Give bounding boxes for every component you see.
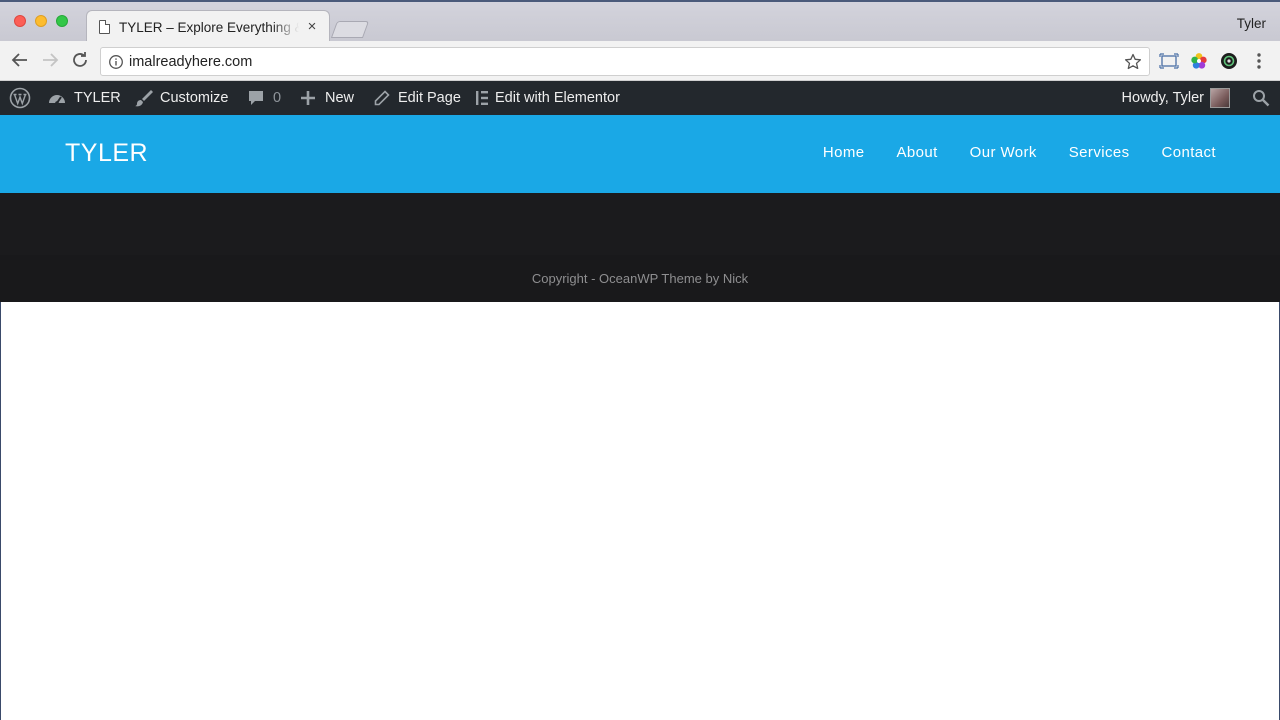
admin-bar-greeting: Howdy, Tyler bbox=[1121, 90, 1204, 106]
zoom-window-button[interactable] bbox=[56, 15, 68, 27]
browser-toolbar: imalreadyhere.com bbox=[0, 41, 1280, 81]
admin-bar-site-name: TYLER bbox=[74, 90, 121, 106]
forward-icon[interactable] bbox=[39, 49, 61, 71]
back-icon[interactable] bbox=[9, 49, 31, 71]
camera-extension-icon[interactable] bbox=[1219, 51, 1239, 71]
admin-bar-site-link[interactable]: TYLER bbox=[47, 81, 121, 115]
admin-bar-edit-elementor-label: Edit with Elementor bbox=[495, 90, 620, 106]
elementor-icon bbox=[476, 91, 488, 105]
color-picker-icon[interactable] bbox=[1189, 51, 1209, 71]
pencil-icon bbox=[374, 89, 390, 105]
site-header: TYLER Home About Our Work Services Conta… bbox=[0, 115, 1280, 193]
screen-capture-icon[interactable] bbox=[1159, 51, 1179, 71]
admin-bar-edit-elementor[interactable]: Edit with Elementor bbox=[475, 81, 620, 115]
browser-tab-active[interactable]: TYLER – Explore Everything & Discover × bbox=[86, 10, 330, 43]
url-text[interactable]: imalreadyhere.com bbox=[129, 54, 252, 70]
tab-strip: TYLER – Explore Everything & Discover × … bbox=[0, 0, 1280, 43]
admin-bar-account[interactable]: Howdy, Tyler bbox=[1122, 81, 1230, 115]
wordpress-logo-icon[interactable] bbox=[9, 81, 31, 115]
nav-link-home[interactable]: Home bbox=[823, 144, 865, 161]
admin-bar-new[interactable]: New bbox=[300, 81, 354, 115]
site-logo[interactable]: TYLER bbox=[65, 139, 148, 168]
footer-bottom: Copyright - OceanWP Theme by Nick bbox=[0, 255, 1280, 302]
browser-window: TYLER – Explore Everything & Discover × … bbox=[0, 0, 1280, 720]
admin-bar-edit-page[interactable]: Edit Page bbox=[373, 81, 461, 115]
address-bar[interactable]: imalreadyhere.com bbox=[100, 47, 1150, 76]
footer-widgets bbox=[0, 193, 1280, 255]
minimize-window-button[interactable] bbox=[35, 15, 47, 27]
main-navigation: Home About Our Work Services Contact bbox=[791, 144, 1216, 161]
admin-bar-new-label: New bbox=[325, 90, 355, 106]
wp-admin-bar: TYLER Customize 0 New Edit Page Edit wit… bbox=[0, 81, 1280, 115]
close-window-button[interactable] bbox=[14, 15, 26, 27]
tab-title: TYLER – Explore Everything & Discover bbox=[119, 20, 299, 35]
nav-link-contact[interactable]: Contact bbox=[1162, 144, 1217, 161]
nav-link-our-work[interactable]: Our Work bbox=[970, 144, 1037, 161]
new-tab-button[interactable] bbox=[330, 21, 370, 38]
reload-icon[interactable] bbox=[69, 49, 91, 71]
profile-name[interactable]: Tyler bbox=[1237, 16, 1266, 31]
admin-bar-comments-count: 0 bbox=[273, 90, 282, 106]
tab-close-icon[interactable]: × bbox=[305, 19, 319, 35]
admin-bar-comments[interactable]: 0 bbox=[247, 81, 281, 115]
admin-bar-search[interactable] bbox=[1252, 81, 1270, 115]
paintbrush-icon bbox=[135, 90, 153, 107]
bookmark-star-icon[interactable] bbox=[1123, 52, 1143, 72]
footer-copyright: Copyright - OceanWP Theme by Nick bbox=[531, 271, 749, 286]
info-icon[interactable] bbox=[108, 54, 124, 70]
nav-link-services[interactable]: Services bbox=[1069, 144, 1130, 161]
avatar bbox=[1210, 88, 1230, 108]
dashboard-icon bbox=[49, 95, 65, 105]
nav-link-about[interactable]: About bbox=[896, 144, 937, 161]
plus-icon bbox=[301, 91, 315, 105]
admin-bar-edit-page-label: Edit Page bbox=[398, 90, 461, 106]
search-icon bbox=[1253, 90, 1270, 107]
page-icon bbox=[99, 20, 110, 34]
admin-bar-customize[interactable]: Customize bbox=[134, 81, 229, 115]
menu-kebab-icon[interactable] bbox=[1249, 51, 1269, 71]
admin-bar-customize-label: Customize bbox=[160, 90, 229, 106]
page-content-area bbox=[0, 302, 1280, 720]
comment-bubble-icon bbox=[249, 91, 263, 105]
